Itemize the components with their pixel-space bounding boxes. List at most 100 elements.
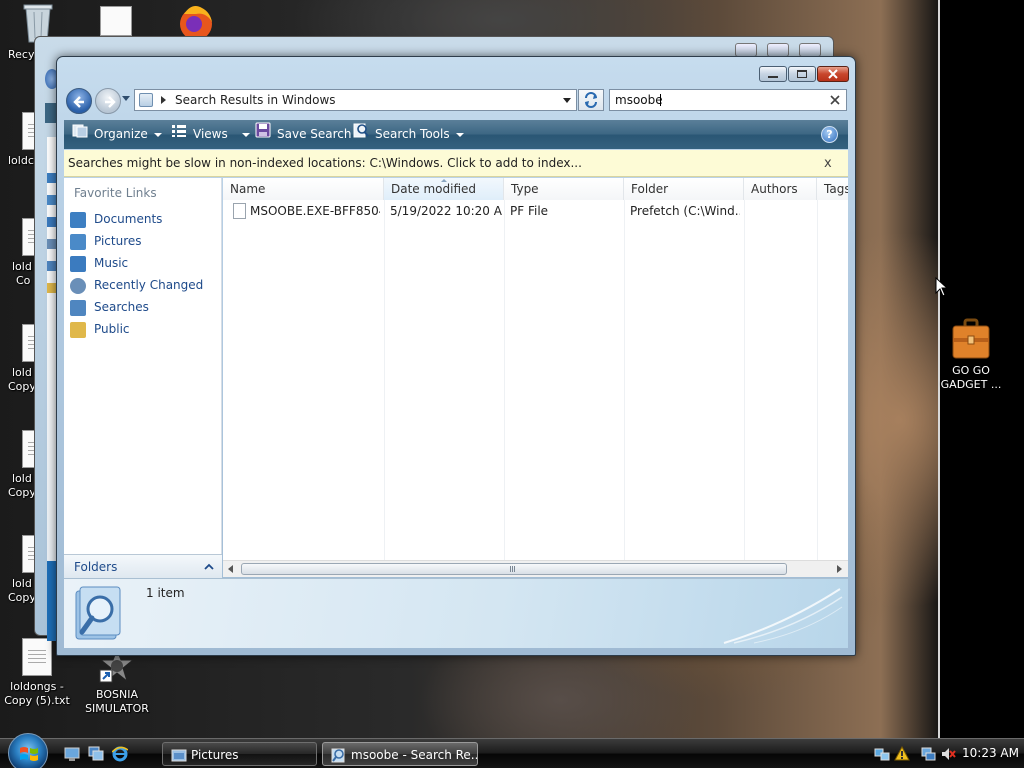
taskbar-button-label: msoobe - Search Re... — [351, 748, 478, 762]
save-icon — [255, 120, 271, 149]
grip-icon — [510, 566, 516, 572]
pictures-icon — [70, 233, 86, 250]
back-arrow-icon — [73, 96, 84, 108]
desktop-icon-label: GADGET ... — [940, 378, 1002, 391]
search-folder-large-icon — [72, 585, 126, 643]
favorite-link-label: Public — [94, 322, 130, 336]
favorite-link-searches[interactable]: Searches — [70, 297, 149, 317]
documents-icon — [70, 211, 86, 228]
desktop-icon-label: GO GO — [952, 364, 990, 377]
clock[interactable]: 10:23 AM — [962, 739, 1019, 768]
minimize-button[interactable] — [759, 66, 787, 82]
taskbar-button-search-results[interactable]: msoobe - Search Re... — [322, 742, 478, 766]
network-connection-icon[interactable] — [920, 746, 936, 762]
desktop-icon-go-go-gadget[interactable]: GO GO GADGET ... — [934, 318, 1008, 392]
favorite-link-recently-changed[interactable]: Recently Changed — [70, 275, 203, 295]
decorative-swoosh — [723, 588, 843, 644]
volume-muted-icon[interactable] — [940, 746, 956, 762]
internet-explorer-icon[interactable] — [111, 746, 129, 762]
organize-button[interactable]: Organize — [72, 120, 162, 149]
briefcase-icon — [951, 318, 991, 360]
address-bar[interactable]: Search Results in Windows — [134, 89, 577, 111]
taskbar-button-label: Pictures — [191, 748, 239, 762]
chevron-up-icon — [204, 563, 214, 570]
close-button[interactable] — [817, 66, 849, 82]
refresh-button[interactable] — [578, 89, 604, 111]
windows-logo-icon — [20, 747, 38, 761]
taskbar: Pictures msoobe - Search Re... 10:23 AM — [0, 733, 1024, 768]
favorite-link-label: Recently Changed — [94, 278, 204, 292]
file-icon — [233, 203, 246, 219]
desktop-icon-bosnia-simulator[interactable]: BOSNIA SIMULATOR — [80, 648, 154, 716]
back-button[interactable] — [66, 88, 92, 114]
minimize-icon — [768, 76, 778, 78]
column-divider — [384, 200, 385, 560]
close-icon[interactable] — [799, 43, 821, 57]
security-warning-icon[interactable] — [894, 745, 910, 762]
column-divider — [504, 200, 505, 560]
search-tools-button[interactable]: Search Tools — [353, 120, 464, 149]
index-warning-infobar[interactable]: Searches might be slow in non-indexed lo… — [64, 150, 848, 177]
favorite-link-label: Searches — [94, 300, 149, 314]
favorite-link-public[interactable]: Public — [70, 319, 130, 339]
network-icon[interactable] — [874, 746, 890, 762]
chevron-down-icon — [241, 132, 250, 137]
folder-icon — [171, 747, 187, 763]
infobar-message[interactable]: Searches might be slow in non-indexed lo… — [68, 150, 582, 177]
favorite-link-label: Music — [94, 256, 129, 270]
organize-label: Organize — [94, 127, 148, 141]
views-button[interactable]: Views — [171, 120, 250, 149]
refresh-icon — [585, 92, 597, 108]
favorite-link-label: Documents — [94, 212, 163, 226]
favorite-links-heading: Favorite Links — [74, 186, 157, 200]
file-list: Name Date modified Type Folder Authors T… — [223, 178, 848, 560]
start-button[interactable] — [8, 733, 48, 768]
details-pane: 1 item — [64, 578, 848, 648]
search-query-text: msoobe — [615, 93, 663, 107]
file-folder: Prefetch (C:\Wind... — [630, 204, 740, 218]
save-search-button[interactable]: Save Search — [255, 120, 352, 149]
breadcrumb[interactable]: Search Results in Windows — [175, 90, 336, 110]
views-label: Views — [193, 127, 228, 141]
text-file-icon[interactable] — [100, 6, 132, 36]
music-icon — [70, 255, 86, 272]
desktop-icon-label: Copy (5).txt — [4, 694, 70, 707]
favorite-link-music[interactable]: Music — [70, 253, 128, 273]
desktop-icon-label: SIMULATOR — [85, 702, 149, 715]
switch-windows-icon[interactable] — [88, 746, 104, 762]
scroll-right-arrow-icon[interactable] — [837, 565, 842, 573]
horizontal-scrollbar[interactable] — [223, 560, 848, 577]
recent-pages-dropdown[interactable] — [122, 96, 130, 101]
search-tools-icon — [353, 120, 369, 149]
item-count: 1 item — [146, 586, 185, 600]
infobar-close-icon[interactable]: x — [824, 150, 832, 177]
favorite-link-pictures[interactable]: Pictures — [70, 231, 142, 251]
clear-search-icon[interactable] — [828, 92, 842, 108]
help-icon[interactable]: ? — [821, 126, 838, 143]
navigation-pane: Favorite Links Documents Pictures Music … — [64, 178, 222, 576]
text-cursor — [660, 94, 661, 106]
table-row[interactable]: MSOOBE.EXE-BFF8504... 5/19/2022 10:20 AM… — [223, 178, 848, 223]
search-input[interactable]: msoobe — [609, 89, 847, 111]
forward-button[interactable] — [95, 88, 121, 114]
favorite-link-label: Pictures — [94, 234, 142, 248]
file-name[interactable]: MSOOBE.EXE-BFF8504... — [250, 201, 380, 221]
minimize-icon[interactable] — [735, 43, 757, 57]
breadcrumb-chevron-icon[interactable] — [161, 96, 166, 104]
scrollbar-thumb[interactable] — [241, 563, 787, 575]
scroll-left-arrow-icon[interactable] — [228, 565, 233, 573]
command-toolbar: Organize Views Save Search Search Tools … — [64, 120, 848, 149]
public-folder-icon — [70, 321, 86, 338]
maximize-icon — [797, 70, 807, 78]
chevron-down-icon[interactable] — [563, 98, 571, 103]
recently-changed-icon — [70, 277, 86, 294]
chevron-down-icon — [455, 132, 464, 137]
show-desktop-icon[interactable] — [64, 746, 80, 762]
favorite-link-documents[interactable]: Documents — [70, 209, 162, 229]
views-icon — [171, 120, 187, 149]
firefox-icon[interactable] — [172, 2, 220, 40]
maximize-button[interactable] — [788, 66, 816, 82]
folders-toggle[interactable]: Folders — [64, 554, 222, 578]
taskbar-button-pictures[interactable]: Pictures — [162, 742, 317, 766]
maximize-icon[interactable] — [767, 43, 789, 57]
